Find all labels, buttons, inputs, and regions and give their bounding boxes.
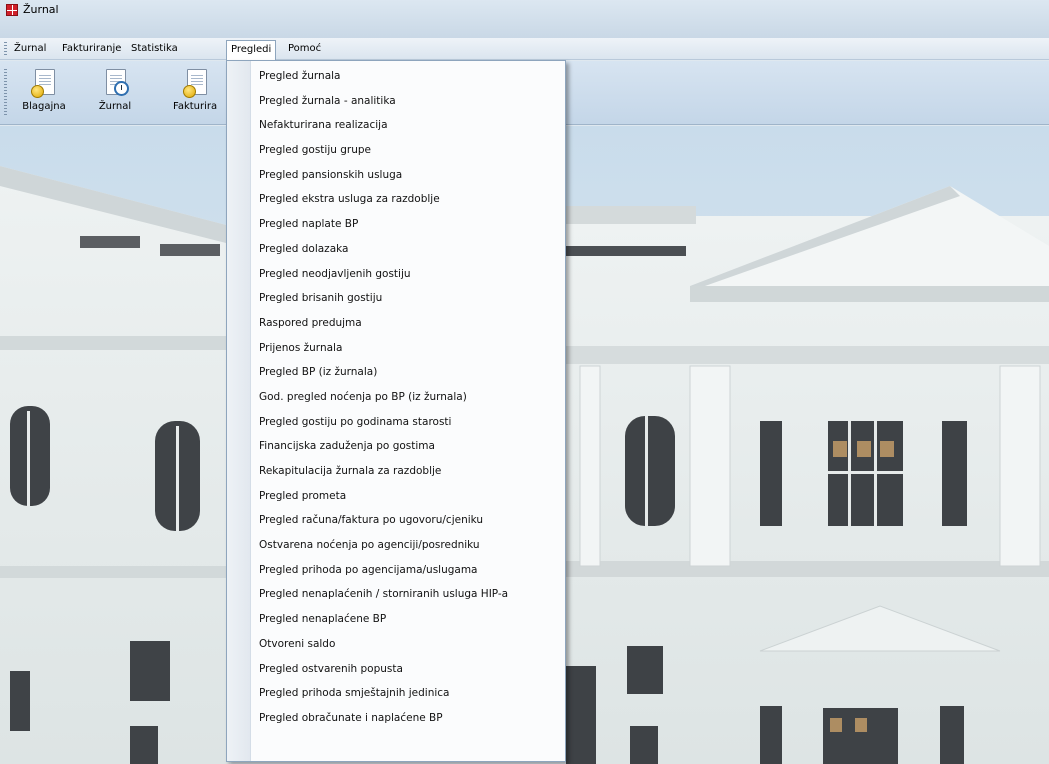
zurnal-button[interactable]: Žurnal (85, 67, 145, 121)
dropdown-menu-item[interactable]: Pregled računa/faktura po ugovoru/cjenik… (227, 508, 565, 533)
dropdown-menu-item[interactable]: Pregled obračunate i naplaćene BP (227, 706, 565, 731)
dropdown-menu-item[interactable]: Financijska zaduženja po gostima (227, 434, 565, 459)
dropdown-menu-item[interactable]: Nefakturirana realizacija (227, 113, 565, 138)
dropdown-menu-item[interactable]: Pregled žurnala (227, 64, 565, 89)
menu-zurnal[interactable]: Žurnal (10, 40, 50, 58)
menu-pomoc[interactable]: Pomoć (284, 40, 325, 58)
pregledi-dropdown-menu: Pregled žurnala Pregled žurnala - analiti… (226, 60, 566, 762)
window-title: Žurnal (23, 3, 59, 16)
app-icon (6, 4, 18, 16)
dropdown-menu-item[interactable]: Raspored predujma (227, 311, 565, 336)
dropdown-menu-item[interactable]: Pregled prihoda po agencijama/uslugama (227, 558, 565, 583)
dropdown-menu-item[interactable]: Ostvarena noćenja po agenciji/posredniku (227, 533, 565, 558)
blagajna-label: Blagajna (22, 101, 66, 112)
menu-grip-icon (4, 42, 7, 56)
dropdown-menu-item[interactable]: Pregled prihoda smještajnih jedinica (227, 681, 565, 706)
dropdown-menu-item[interactable]: God. pregled noćenja po BP (iz žurnala) (227, 385, 565, 410)
dropdown-menu-item[interactable]: Rekapitulacija žurnala za razdoblje (227, 459, 565, 484)
dropdown-menu-item[interactable]: Pregled neodjavljenih gostiju (227, 262, 565, 287)
dropdown-menu-item[interactable]: Pregled žurnala - analitika (227, 89, 565, 114)
toolbar-grip-icon (4, 69, 7, 117)
dropdown-menu-item[interactable]: Pregled BP (iz žurnala) (227, 360, 565, 385)
invoice-icon (181, 67, 211, 99)
dropdown-list: Pregled žurnala Pregled žurnala - analiti… (227, 64, 565, 731)
dropdown-menu-item[interactable]: Otvoreni saldo (227, 632, 565, 657)
menu-bar: Žurnal Fakturiranje Statistika Pregledi … (0, 38, 1049, 60)
dropdown-menu-item[interactable]: Pregled ekstra usluga za razdoblje (227, 187, 565, 212)
menu-pregledi[interactable]: Pregledi (226, 40, 277, 60)
dropdown-menu-item[interactable]: Pregled gostiju po godinama starosti (227, 410, 565, 435)
dropdown-menu-item[interactable]: Pregled gostiju grupe (227, 138, 565, 163)
fakturiranje-button[interactable]: Fakturira (165, 67, 226, 121)
title-bar: Žurnal (0, 0, 1049, 38)
dropdown-menu-item[interactable]: Pregled prometa (227, 484, 565, 509)
dropdown-menu-item[interactable]: Pregled nenaplaćene BP (227, 607, 565, 632)
dropdown-menu-item[interactable]: Pregled nenaplaćenih / storniranih uslug… (227, 582, 565, 607)
zurnal-label: Žurnal (98, 101, 132, 112)
dropdown-menu-item[interactable]: Pregled naplate BP (227, 212, 565, 237)
dropdown-menu-item[interactable]: Pregled pansionskih usluga (227, 163, 565, 188)
menu-fakturiranje[interactable]: Fakturiranje (58, 40, 125, 58)
dropdown-menu-item[interactable]: Pregled brisanih gostiju (227, 286, 565, 311)
fakturiranje-label: Fakturira (173, 101, 218, 112)
menu-statistika[interactable]: Statistika (127, 40, 182, 58)
cash-register-icon (29, 67, 59, 99)
journal-clock-icon (100, 67, 130, 99)
blagajna-button[interactable]: Blagajna (14, 67, 74, 121)
dropdown-menu-item[interactable]: Prijenos žurnala (227, 336, 565, 361)
dropdown-menu-item[interactable]: Pregled ostvarenih popusta (227, 657, 565, 682)
dropdown-menu-item[interactable]: Pregled dolazaka (227, 237, 565, 262)
